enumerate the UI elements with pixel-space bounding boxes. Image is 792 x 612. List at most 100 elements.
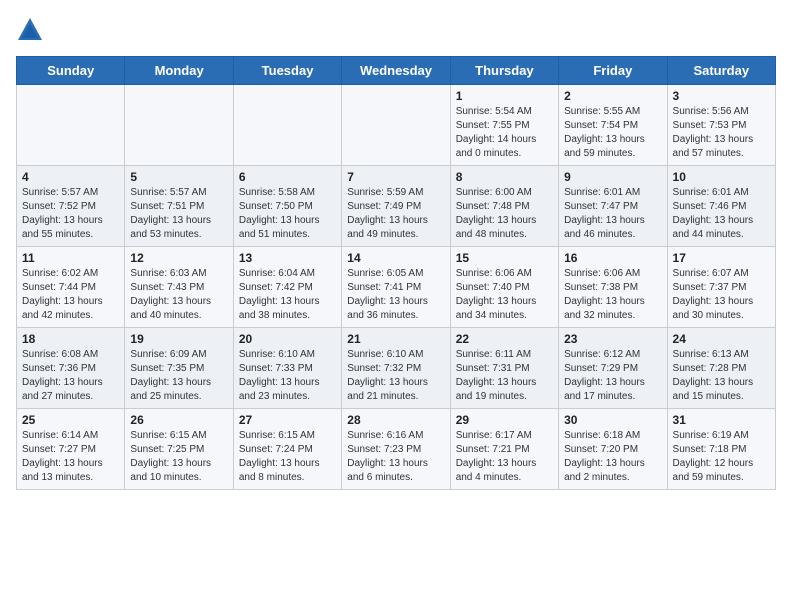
day-info: Sunrise: 6:13 AM Sunset: 7:28 PM Dayligh… bbox=[673, 348, 770, 404]
day-info: Sunrise: 5:59 AM Sunset: 7:49 PM Dayligh… bbox=[347, 186, 444, 242]
day-number: 24 bbox=[673, 332, 770, 346]
day-number: 22 bbox=[456, 332, 553, 346]
day-number: 30 bbox=[564, 413, 661, 427]
calendar-cell: 5Sunrise: 5:57 AM Sunset: 7:51 PM Daylig… bbox=[125, 166, 233, 247]
day-info: Sunrise: 6:18 AM Sunset: 7:20 PM Dayligh… bbox=[564, 429, 661, 485]
day-number: 13 bbox=[239, 251, 336, 265]
calendar-cell bbox=[125, 85, 233, 166]
day-info: Sunrise: 6:11 AM Sunset: 7:31 PM Dayligh… bbox=[456, 348, 553, 404]
calendar-cell: 14 Sunrise: 6:05 AM Sunset: 7:41 PM Dayli… bbox=[342, 247, 450, 328]
day-of-week-header: Tuesday bbox=[233, 57, 341, 85]
day-of-week-header: Saturday bbox=[667, 57, 775, 85]
calendar-cell: 28 Sunrise: 6:16 AM Sunset: 7:23 PM Dayli… bbox=[342, 409, 450, 490]
calendar-cell: 13Sunrise: 6:04 AM Sunset: 7:42 PM Dayli… bbox=[233, 247, 341, 328]
day-info: Sunrise: 6:19 AM Sunset: 7:18 PM Dayligh… bbox=[673, 429, 770, 485]
calendar-cell: 6 Sunrise: 5:58 AM Sunset: 7:50 PM Daylig… bbox=[233, 166, 341, 247]
day-of-week-header: Wednesday bbox=[342, 57, 450, 85]
day-number: 3 bbox=[673, 89, 770, 103]
day-info: Sunrise: 6:14 AM Sunset: 7:27 PM Dayligh… bbox=[22, 429, 119, 485]
day-info: Sunrise: 5:54 AM Sunset: 7:55 PM Dayligh… bbox=[456, 105, 553, 161]
day-number: 6 bbox=[239, 170, 336, 184]
day-number: 1 bbox=[456, 89, 553, 103]
logo bbox=[16, 16, 48, 44]
day-number: 2 bbox=[564, 89, 661, 103]
calendar-cell: 22 Sunrise: 6:11 AM Sunset: 7:31 PM Dayli… bbox=[450, 328, 558, 409]
calendar-cell: 3 Sunrise: 5:56 AM Sunset: 7:53 PM Daylig… bbox=[667, 85, 775, 166]
day-info: Sunrise: 6:08 AM Sunset: 7:36 PM Dayligh… bbox=[22, 348, 119, 404]
day-number: 28 bbox=[347, 413, 444, 427]
calendar-cell: 25 Sunrise: 6:14 AM Sunset: 7:27 PM Dayli… bbox=[17, 409, 125, 490]
calendar-cell: 24 Sunrise: 6:13 AM Sunset: 7:28 PM Dayli… bbox=[667, 328, 775, 409]
calendar-cell: 7 Sunrise: 5:59 AM Sunset: 7:49 PM Daylig… bbox=[342, 166, 450, 247]
day-number: 5 bbox=[130, 170, 227, 184]
calendar-cell bbox=[233, 85, 341, 166]
day-info: Sunrise: 6:16 AM Sunset: 7:23 PM Dayligh… bbox=[347, 429, 444, 485]
calendar-cell: 12 Sunrise: 6:03 AM Sunset: 7:43 PM Dayli… bbox=[125, 247, 233, 328]
day-info: Sunrise: 6:07 AM Sunset: 7:37 PM Dayligh… bbox=[673, 267, 770, 323]
day-info: Sunrise: 6:06 AM Sunset: 7:40 PM Dayligh… bbox=[456, 267, 553, 323]
logo-icon bbox=[16, 16, 44, 44]
calendar-cell: 9 Sunrise: 6:01 AM Sunset: 7:47 PM Daylig… bbox=[559, 166, 667, 247]
day-of-week-header: Sunday bbox=[17, 57, 125, 85]
day-info: Sunrise: 6:02 AM Sunset: 7:44 PM Dayligh… bbox=[22, 267, 119, 323]
day-number: 20 bbox=[239, 332, 336, 346]
day-number: 12 bbox=[130, 251, 227, 265]
day-number: 14 bbox=[347, 251, 444, 265]
calendar-cell: 19 Sunrise: 6:09 AM Sunset: 7:35 PM Dayli… bbox=[125, 328, 233, 409]
day-number: 21 bbox=[347, 332, 444, 346]
day-number: 23 bbox=[564, 332, 661, 346]
day-info: Sunrise: 5:57 AM Sunset: 7:52 PM Dayligh… bbox=[22, 186, 119, 242]
day-of-week-header: Thursday bbox=[450, 57, 558, 85]
calendar-cell: 26 Sunrise: 6:15 AM Sunset: 7:25 PM Dayli… bbox=[125, 409, 233, 490]
calendar-cell bbox=[342, 85, 450, 166]
day-info: Sunrise: 6:06 AM Sunset: 7:38 PM Dayligh… bbox=[564, 267, 661, 323]
calendar-cell: 1 Sunrise: 5:54 AM Sunset: 7:55 PM Daylig… bbox=[450, 85, 558, 166]
day-number: 15 bbox=[456, 251, 553, 265]
day-number: 9 bbox=[564, 170, 661, 184]
day-number: 26 bbox=[130, 413, 227, 427]
day-info: Sunrise: 6:10 AM Sunset: 7:33 PM Dayligh… bbox=[239, 348, 336, 404]
calendar-table: SundayMondayTuesdayWednesdayThursdayFrid… bbox=[16, 56, 776, 490]
day-number: 27 bbox=[239, 413, 336, 427]
calendar-cell: 8Sunrise: 6:00 AM Sunset: 7:48 PM Daylig… bbox=[450, 166, 558, 247]
day-info: Sunrise: 6:01 AM Sunset: 7:47 PM Dayligh… bbox=[564, 186, 661, 242]
calendar-cell: 21 Sunrise: 6:10 AM Sunset: 7:32 PM Dayli… bbox=[342, 328, 450, 409]
day-of-week-header: Friday bbox=[559, 57, 667, 85]
day-info: Sunrise: 6:17 AM Sunset: 7:21 PM Dayligh… bbox=[456, 429, 553, 485]
day-number: 18 bbox=[22, 332, 119, 346]
day-info: Sunrise: 6:09 AM Sunset: 7:35 PM Dayligh… bbox=[130, 348, 227, 404]
calendar-cell bbox=[17, 85, 125, 166]
calendar-cell: 11 Sunrise: 6:02 AM Sunset: 7:44 PM Dayli… bbox=[17, 247, 125, 328]
day-number: 29 bbox=[456, 413, 553, 427]
calendar-cell: 2Sunrise: 5:55 AM Sunset: 7:54 PM Daylig… bbox=[559, 85, 667, 166]
day-number: 7 bbox=[347, 170, 444, 184]
day-number: 31 bbox=[673, 413, 770, 427]
day-info: Sunrise: 6:15 AM Sunset: 7:24 PM Dayligh… bbox=[239, 429, 336, 485]
day-number: 10 bbox=[673, 170, 770, 184]
day-number: 25 bbox=[22, 413, 119, 427]
day-number: 8 bbox=[456, 170, 553, 184]
day-info: Sunrise: 6:15 AM Sunset: 7:25 PM Dayligh… bbox=[130, 429, 227, 485]
calendar-cell: 23 Sunrise: 6:12 AM Sunset: 7:29 PM Dayli… bbox=[559, 328, 667, 409]
day-info: Sunrise: 5:58 AM Sunset: 7:50 PM Dayligh… bbox=[239, 186, 336, 242]
calendar-cell: 4Sunrise: 5:57 AM Sunset: 7:52 PM Daylig… bbox=[17, 166, 125, 247]
calendar-cell: 29 Sunrise: 6:17 AM Sunset: 7:21 PM Dayli… bbox=[450, 409, 558, 490]
page-header bbox=[16, 16, 776, 44]
calendar-cell: 27 Sunrise: 6:15 AM Sunset: 7:24 PM Dayli… bbox=[233, 409, 341, 490]
day-info: Sunrise: 5:56 AM Sunset: 7:53 PM Dayligh… bbox=[673, 105, 770, 161]
day-info: Sunrise: 6:03 AM Sunset: 7:43 PM Dayligh… bbox=[130, 267, 227, 323]
day-info: Sunrise: 6:05 AM Sunset: 7:41 PM Dayligh… bbox=[347, 267, 444, 323]
calendar-cell: 17 Sunrise: 6:07 AM Sunset: 7:37 PM Dayli… bbox=[667, 247, 775, 328]
day-info: Sunrise: 6:12 AM Sunset: 7:29 PM Dayligh… bbox=[564, 348, 661, 404]
calendar-cell: 16 Sunrise: 6:06 AM Sunset: 7:38 PM Dayli… bbox=[559, 247, 667, 328]
day-number: 17 bbox=[673, 251, 770, 265]
day-info: Sunrise: 6:01 AM Sunset: 7:46 PM Dayligh… bbox=[673, 186, 770, 242]
calendar-cell: 10 Sunrise: 6:01 AM Sunset: 7:46 PM Dayli… bbox=[667, 166, 775, 247]
day-info: Sunrise: 6:10 AM Sunset: 7:32 PM Dayligh… bbox=[347, 348, 444, 404]
day-number: 19 bbox=[130, 332, 227, 346]
calendar-cell: 31 Sunrise: 6:19 AM Sunset: 7:18 PM Dayli… bbox=[667, 409, 775, 490]
day-number: 11 bbox=[22, 251, 119, 265]
day-of-week-header: Monday bbox=[125, 57, 233, 85]
calendar-cell: 20 Sunrise: 6:10 AM Sunset: 7:33 PM Dayli… bbox=[233, 328, 341, 409]
day-number: 16 bbox=[564, 251, 661, 265]
